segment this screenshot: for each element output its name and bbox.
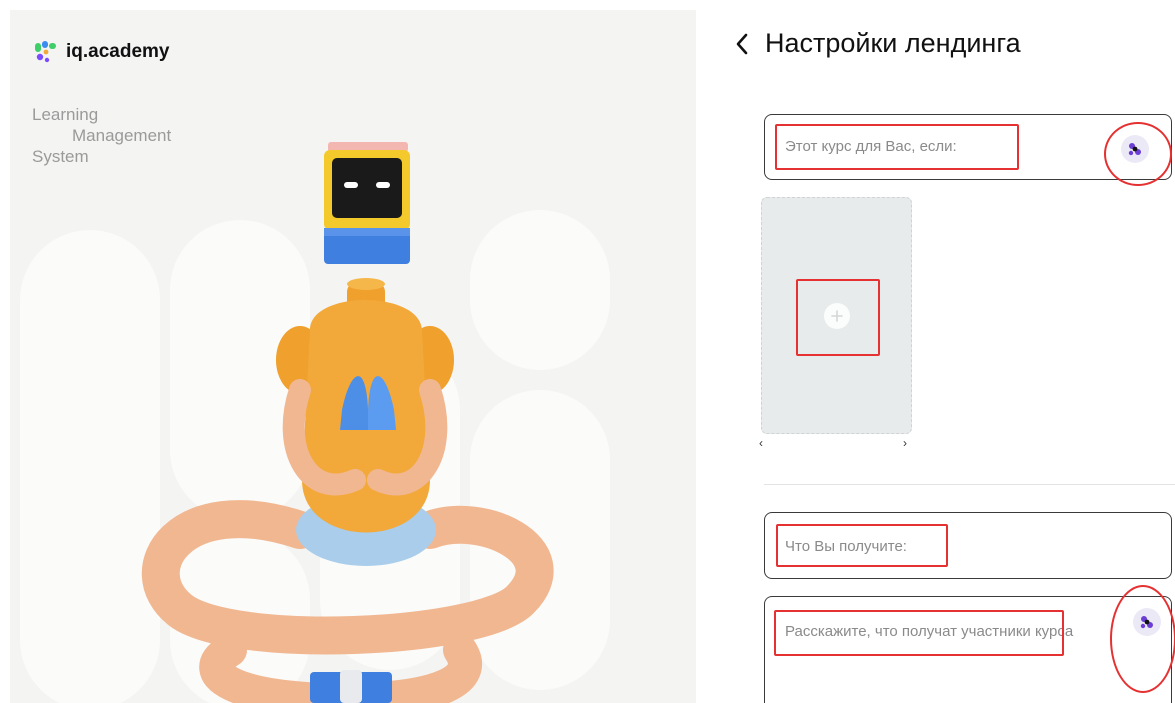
- add-image-button[interactable]: [824, 303, 850, 329]
- you-get-input[interactable]: [783, 537, 947, 556]
- course-for-field: [764, 114, 1172, 180]
- ai-icon: [1128, 143, 1141, 156]
- plus-icon: [831, 310, 843, 322]
- ai-generate-button-2[interactable]: [1133, 608, 1161, 636]
- chevron-left-icon[interactable]: [733, 31, 751, 57]
- hero-panel: iq.academy Learning Management System: [10, 10, 696, 703]
- ai-generate-button[interactable]: [1121, 135, 1149, 163]
- course-for-input[interactable]: [783, 137, 1007, 156]
- you-get-field: [764, 512, 1172, 579]
- page-header: Настройки лендинга: [733, 28, 1021, 59]
- scroll-right-arrow-icon[interactable]: ›: [903, 436, 907, 450]
- page-title: Настройки лендинга: [765, 28, 1021, 58]
- scroll-left-arrow-icon[interactable]: ‹: [759, 436, 763, 450]
- ai-icon: [1140, 616, 1153, 629]
- tell-textarea[interactable]: [783, 621, 1087, 675]
- section-divider: [764, 484, 1175, 485]
- horizontal-scrollbar[interactable]: ‹ ›: [757, 436, 913, 454]
- tell-field: [764, 596, 1172, 703]
- robot-illustration: [141, 142, 554, 703]
